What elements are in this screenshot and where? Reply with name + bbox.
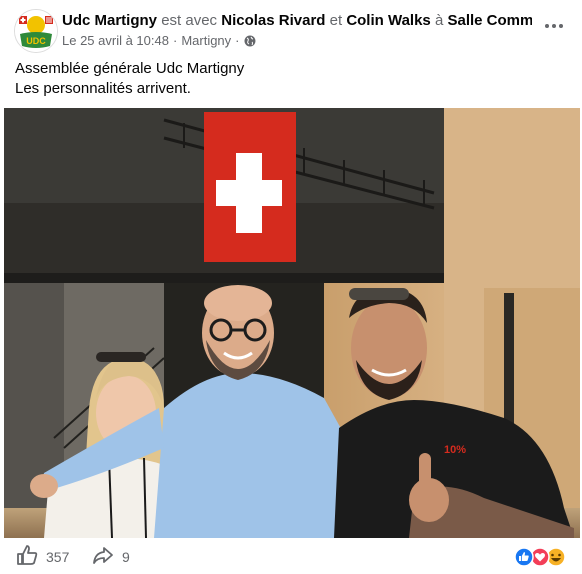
event-photo: 10%: [4, 108, 580, 538]
swiss-flag: [204, 112, 296, 262]
and-text: et: [329, 12, 343, 29]
more-dots-icon[interactable]: [544, 16, 564, 36]
like-reaction-icon: [514, 547, 534, 567]
share-arrow-icon: [92, 544, 114, 569]
tagged-person-2[interactable]: Colin Walks: [346, 12, 430, 29]
at-text: à: [434, 12, 444, 29]
post-author-line: Udc Martigny est avec Nicolas Rivard et …: [62, 12, 532, 30]
reactions-summary[interactable]: [512, 547, 568, 567]
caption-line-2: Les personnalités arrivent.: [15, 80, 191, 97]
share-button[interactable]: 9: [92, 544, 130, 569]
tagged-person-1[interactable]: Nicolas Rivard: [221, 12, 325, 29]
author-name[interactable]: Udc Martigny: [62, 12, 157, 29]
meta-separator-2: ·: [235, 33, 240, 48]
udc-logo: UDC: [15, 10, 57, 52]
page-avatar[interactable]: UDC: [14, 9, 58, 53]
post-footer: 357 9: [0, 538, 582, 574]
meta-separator: ·: [172, 33, 178, 48]
post-caption: Assemblée générale Udc Martigny Les pers…: [15, 59, 244, 99]
facebook-post: UDC Udc Martigny est avec Nicolas Rivard…: [0, 0, 582, 574]
like-count: 357: [46, 548, 70, 565]
globe-icon: [244, 35, 256, 47]
like-button[interactable]: 357: [16, 544, 69, 569]
post-header: UDC Udc Martigny est avec Nicolas Rivard…: [0, 0, 582, 60]
svg-text:UDC: UDC: [26, 36, 46, 46]
with-text: est avec: [161, 12, 218, 29]
post-location[interactable]: Martigny: [181, 33, 231, 49]
tagged-place[interactable]: Salle Comm…: [447, 12, 532, 29]
caption-line-1: Assemblée générale Udc Martigny: [15, 60, 245, 77]
post-date[interactable]: Le 25 avril à 10:48: [62, 33, 169, 49]
shirt-print: 10%: [444, 444, 466, 456]
post-meta: Le 25 avril à 10:48 · Martigny ·: [62, 33, 256, 49]
post-photo[interactable]: 10%: [4, 108, 580, 538]
share-count: 9: [122, 548, 130, 565]
like-thumb-icon: [16, 544, 38, 569]
